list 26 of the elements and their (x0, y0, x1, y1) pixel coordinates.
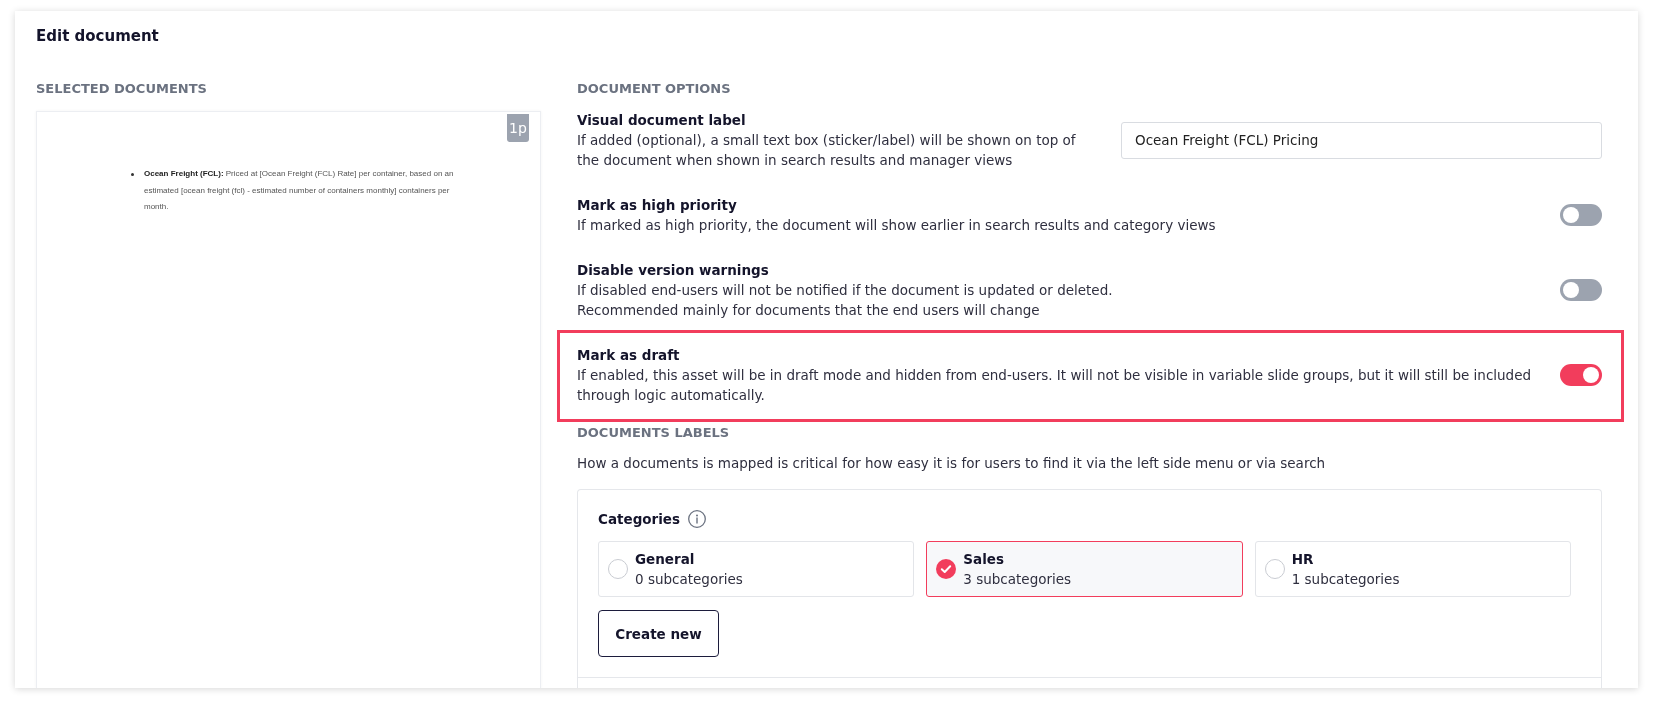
section-description: How a documents is mapped is critical for how easy it is for users to find it via the left side menu or via search (577, 454, 1326, 473)
category-option[interactable]: General 0 subcategories (598, 541, 915, 597)
categories-label: Categories (598, 510, 681, 529)
dialog-title: Edit document (36, 26, 159, 46)
option-title: Mark as high priority (577, 196, 737, 215)
section-heading: DOCUMENTS LABELS (577, 424, 730, 442)
page-count-badge: 1p (507, 114, 529, 142)
bullet-icon (131, 173, 134, 176)
category-option[interactable]: Sales 3 subcategories (926, 541, 1243, 597)
section-heading: DOCUMENT OPTIONS (577, 80, 731, 98)
category-option[interactable]: HR 1 subcategories (1254, 541, 1571, 597)
toggle-switch[interactable] (1560, 364, 1602, 386)
option-description: If disabled end-users will not be notified if the document is updated or deleted. Recommended mainly for documents that the end users will change (577, 281, 1113, 320)
label-input[interactable]: Ocean Freight (FCL) Pricing (1121, 121, 1602, 159)
option-description: If marked as high priority, the document will show earlier in search results and category views (577, 216, 1216, 235)
toggle-switch[interactable] (1560, 279, 1602, 301)
option-description: If enabled, this asset will be in draft mode and hidden from end-users. It will not be visible in variable slide groups, but it will still be included through logic automatically. (577, 366, 1533, 405)
info-icon[interactable] (688, 510, 707, 528)
option-title: Disable version warnings (577, 261, 769, 280)
option-title: Mark as draft (577, 346, 680, 365)
section-heading: SELECTED DOCUMENTS (36, 80, 207, 98)
toggle-switch[interactable] (1560, 204, 1602, 226)
document-text: Ocean Freight (FCL): Priced at [Ocean Freight (FCL) Rate] per container, based on an estimated [ocean freight (fcl) - estimated number of containers monthly] containers per month. (144, 168, 455, 213)
option-description: If added (optional), a small text box (sticker/label) will be shown on top of the document when shown in search results and manager views (577, 131, 1077, 170)
create-new-button[interactable]: Create new (598, 610, 719, 657)
option-title: Visual document label (577, 111, 746, 130)
